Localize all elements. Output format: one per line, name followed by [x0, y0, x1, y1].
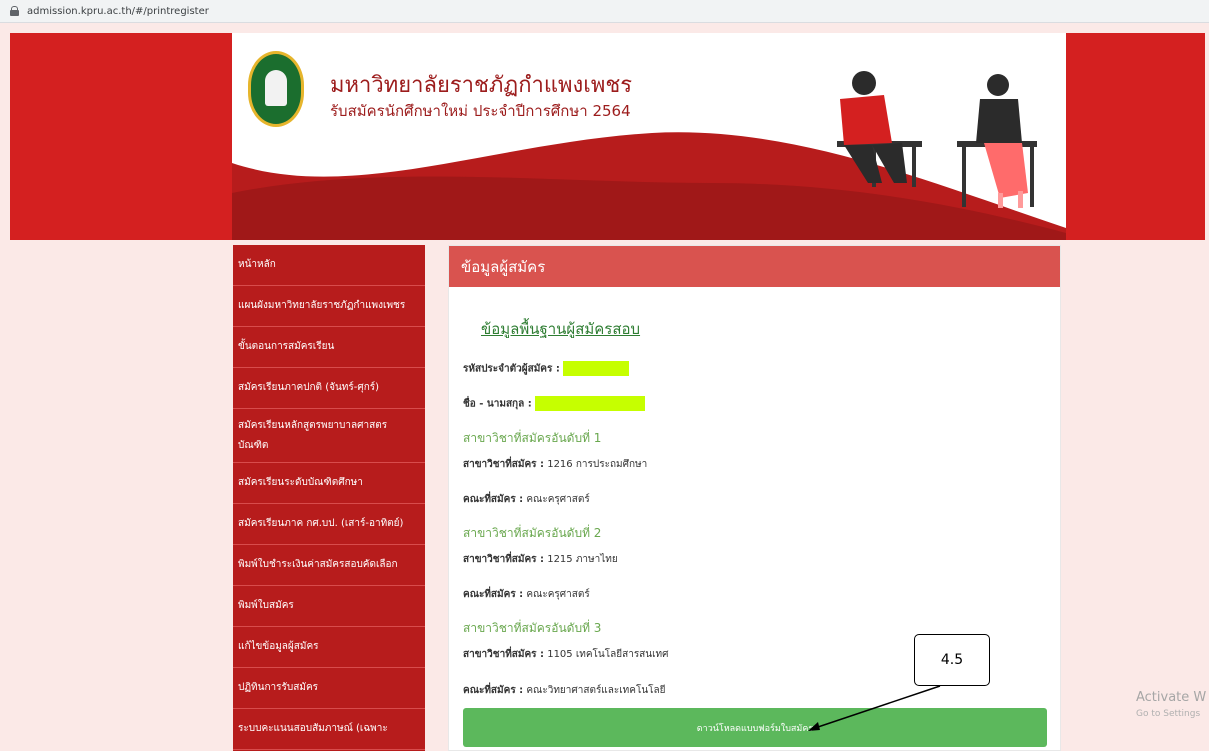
- choice-3-title: สาขาวิชาที่สมัครอันดับที่ 3: [463, 621, 602, 635]
- admission-subtitle: รับสมัครนักศึกษาใหม่ ประจำปีการศึกษา 256…: [330, 102, 631, 120]
- address-bar[interactable]: admission.kpru.ac.th/#/printregister: [0, 0, 1209, 23]
- activation-watermark: Activate W: [1136, 690, 1207, 705]
- panel-header: ข้อมูลผู้สมัคร: [449, 246, 1060, 287]
- header-banner: มหาวิทยาลัยราชภัฏกำแพงเพชร รับสมัครนักศึ…: [232, 33, 1066, 240]
- choice-3-faculty: คณะที่สมัคร : คณะวิทยาศาสตร์และเทคโนโลยี: [463, 685, 666, 696]
- choice-2-major: สาขาวิชาที่สมัคร : 1215 ภาษาไทย: [463, 554, 618, 565]
- choice-1-faculty: คณะที่สมัคร : คณะครุศาสตร์: [463, 494, 590, 505]
- download-application-form-button[interactable]: ดาวน์โหลดแบบฟอร์มใบสมัคร: [463, 708, 1047, 747]
- sidebar-item-interview-scores[interactable]: ระบบคะแนนสอบสัมภาษณ์ (เฉพาะ: [233, 709, 425, 750]
- callout-label: 4.5: [914, 634, 990, 686]
- activation-watermark-sub: Go to Settings: [1136, 709, 1201, 719]
- sidebar-item-nursing-program[interactable]: สมัครเรียนหลักสูตรพยาบาลศาสตรบัณฑิต: [233, 409, 425, 463]
- choice-1-major: สาขาวิชาที่สมัคร : 1216 การประถมศึกษา: [463, 459, 648, 470]
- choice-3-major: สาขาวิชาที่สมัคร : 1105 เทคโนโลยีสารสนเท…: [463, 649, 669, 660]
- sidebar-item-print-payment[interactable]: พิมพ์ใบชำระเงินค่าสมัครสอบคัดเลือก: [233, 545, 425, 586]
- section-title: ข้อมูลพื้นฐานผู้สมัครสอบ: [481, 320, 641, 338]
- university-logo: [248, 51, 304, 127]
- lock-icon: [10, 6, 19, 16]
- sidebar-item-campus-map[interactable]: แผนผังมหาวิทยาลัยราชภัฏกำแพงเพชร: [233, 286, 425, 327]
- sidebar-item-weekend-program[interactable]: สมัครเรียนภาค กศ.บป. (เสาร์-อาทิตย์): [233, 504, 425, 545]
- choice-1-title: สาขาวิชาที่สมัครอันดับที่ 1: [463, 431, 602, 445]
- applicant-id-row: รหัสประจำตัวผู้สมัคร :: [463, 361, 630, 377]
- sidebar-item-application-steps[interactable]: ขั้นตอนการสมัครเรียน: [233, 327, 425, 368]
- applicant-name-value-redacted: [534, 396, 645, 411]
- choice-2-faculty: คณะที่สมัคร : คณะครุศาสตร์: [463, 589, 590, 600]
- sidebar-item-print-application[interactable]: พิมพ์ใบสมัคร: [233, 586, 425, 627]
- url-text[interactable]: admission.kpru.ac.th/#/printregister: [27, 6, 209, 17]
- applicant-name-row: ชื่อ - นามสกุล :: [463, 396, 645, 412]
- sidebar-item-home[interactable]: หน้าหลัก: [233, 245, 425, 286]
- applicant-id-value-redacted: [563, 361, 630, 376]
- banner-wave-graphic: [232, 71, 1066, 240]
- sidebar-item-regular-program[interactable]: สมัครเรียนภาคปกติ (จันทร์-ศุกร์): [233, 368, 425, 409]
- university-name: มหาวิทยาลัยราชภัฏกำแพงเพชร: [330, 73, 633, 98]
- sidebar-menu: หน้าหลัก แผนผังมหาวิทยาลัยราชภัฏกำแพงเพช…: [233, 245, 425, 751]
- sidebar-item-graduate-program[interactable]: สมัครเรียนระดับบัณฑิตศึกษา: [233, 463, 425, 504]
- sidebar-item-calendar[interactable]: ปฏิทินการรับสมัคร: [233, 668, 425, 709]
- sidebar-item-edit-applicant[interactable]: แก้ไขข้อมูลผู้สมัคร: [233, 627, 425, 668]
- choice-2-title: สาขาวิชาที่สมัครอันดับที่ 2: [463, 526, 602, 540]
